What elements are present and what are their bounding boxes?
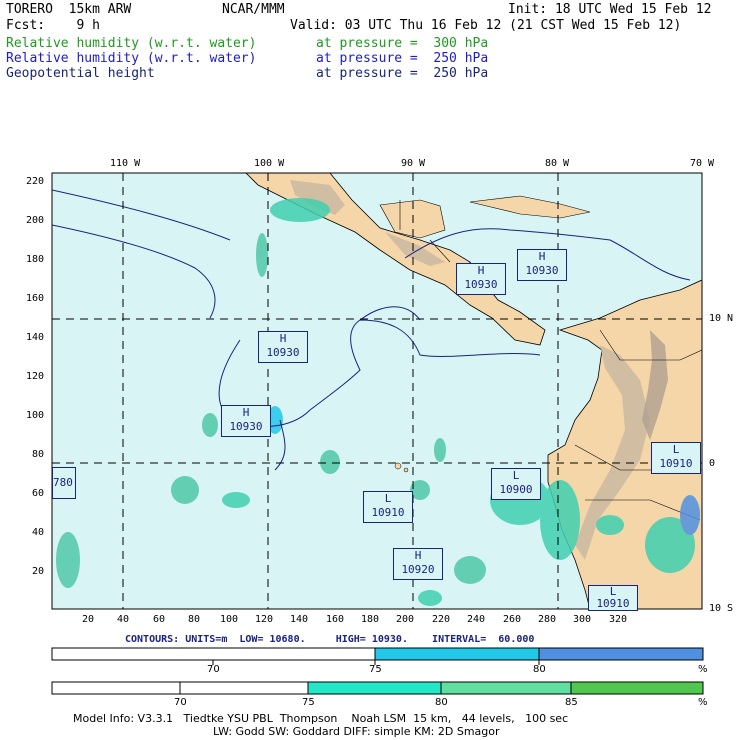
model-info: Model Info: V3.3.1 Tiedtke YSU PBL Thomp…: [73, 712, 569, 725]
colorbar2-tick: 85: [565, 697, 578, 708]
colorbar1-tick: 75: [369, 664, 382, 675]
colorbar1-tick: 70: [207, 664, 220, 675]
colorbar2-tick: 80: [435, 697, 448, 708]
colorbar2-tick: 75: [302, 697, 315, 708]
colorbar-rh-250: [51, 647, 704, 695]
colorbar1-tick: 80: [533, 664, 546, 675]
colorbar1-unit: %: [698, 664, 708, 675]
colorbar2-unit: %: [698, 697, 708, 708]
model-physics: LW: Godd SW: Goddard DIFF: simple KM: 2D…: [213, 725, 500, 738]
colorbar2-tick: 70: [174, 697, 187, 708]
